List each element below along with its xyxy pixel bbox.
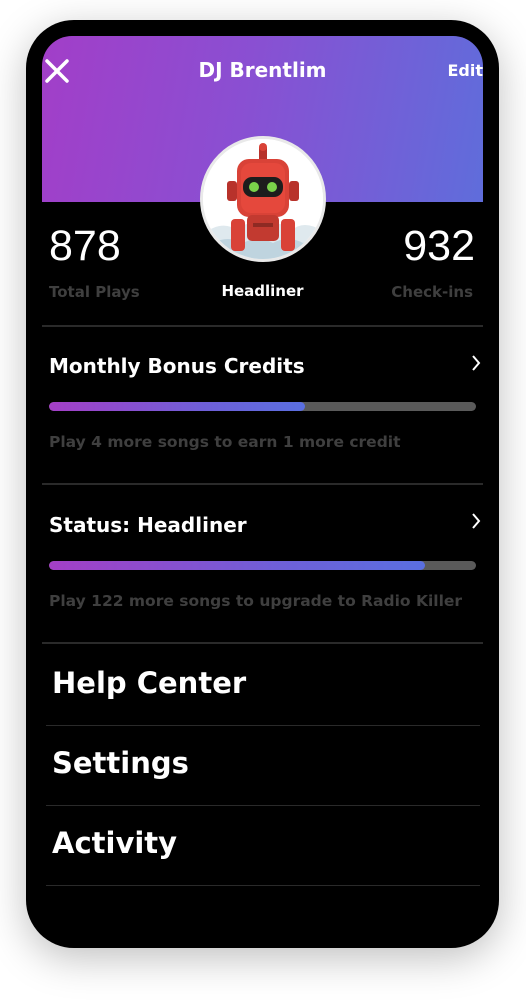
- menu-item-label: Activity: [52, 826, 178, 860]
- status-progress-fill: [49, 561, 425, 570]
- chevron-right-icon: [472, 513, 481, 529]
- avatar[interactable]: [200, 136, 326, 262]
- phone-frame: DJ Brentlim Edit 878 Total Plays Headlin…: [26, 20, 499, 948]
- edit-button[interactable]: Edit: [447, 61, 483, 80]
- menu-item-activity[interactable]: Activity: [46, 806, 480, 886]
- divider: [42, 483, 483, 485]
- menu-item-label: Settings: [52, 746, 189, 780]
- menu-item-settings[interactable]: Settings: [46, 726, 480, 806]
- status-helper: Play 122 more songs to upgrade to Radio …: [49, 592, 463, 610]
- profile-screen: DJ Brentlim Edit 878 Total Plays Headlin…: [42, 36, 483, 932]
- divider: [42, 325, 483, 327]
- robot-avatar-icon: [203, 139, 323, 259]
- profile-title: DJ Brentlim: [198, 58, 327, 82]
- menu-item-help-center[interactable]: Help Center: [46, 646, 480, 726]
- bonus-credits-progress-fill: [49, 402, 306, 411]
- menu-item-label: Help Center: [52, 666, 247, 700]
- bonus-credits-title: Monthly Bonus Credits: [49, 354, 305, 378]
- status-progress: [49, 561, 476, 570]
- bonus-credits-helper: Play 4 more songs to earn 1 more credit: [49, 433, 401, 451]
- divider: [46, 885, 480, 886]
- check-ins-label: Check-ins: [391, 283, 473, 301]
- chevron-right-icon: [472, 355, 481, 371]
- divider: [42, 642, 483, 644]
- bonus-credits-progress: [49, 402, 476, 411]
- check-ins-value: 932: [403, 222, 475, 270]
- status-title: Status: Headliner: [49, 513, 247, 537]
- total-plays-value: 878: [49, 222, 121, 270]
